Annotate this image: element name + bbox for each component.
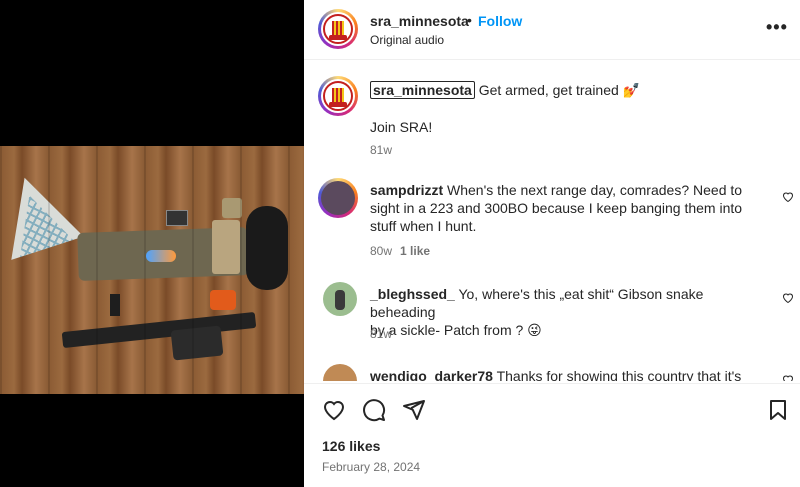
header-username[interactable]: sra_minnesota [370,13,469,29]
comment-username[interactable]: wendigo_darker78 [370,368,493,381]
heart-icon[interactable] [782,191,794,203]
follow-button[interactable]: Follow [478,13,522,29]
comment-time[interactable]: 80w [370,244,392,258]
post-modal: sra_minnesota • Follow Original audio ••… [0,0,800,487]
action-bar: 126 likes February 28, 2024 [304,383,800,487]
caption-second-line: Join SRA! [370,119,433,135]
bookmark-icon[interactable] [766,398,790,422]
radio-shape [110,294,120,316]
comment-likes[interactable]: 1 like [400,244,430,258]
avatar-figure [335,290,345,310]
post-panel: sra_minnesota • Follow Original audio ••… [304,0,800,487]
likes-count[interactable]: 126 likes [322,438,380,454]
glasses-shape [146,250,176,262]
shemagh-shape [0,166,84,260]
caption-username[interactable]: sra_minnesota [370,81,475,99]
share-icon[interactable] [402,398,426,422]
like-heart-icon[interactable] [322,398,346,422]
post-media[interactable] [0,0,304,487]
avatar-image [321,181,355,215]
caption-time[interactable]: 81w [370,143,392,157]
comment-time[interactable]: 81w [370,327,392,341]
post-photo [0,146,304,394]
heart-icon[interactable] [782,374,794,381]
nail-polish-emoji: 💅 [622,82,641,98]
more-options-icon[interactable]: ••• [766,18,788,36]
comment-body: by a sickle- Patch from ? [370,322,524,338]
audio-label[interactable]: Original audio [370,33,444,47]
heart-icon[interactable] [782,292,794,304]
balaclava-shape [246,206,288,290]
post-date[interactable]: February 28, 2024 [322,460,420,474]
sra-logo-icon [323,14,353,44]
rifle-stock-shape [170,325,224,361]
rifle-shape [61,311,257,349]
comment-body: stuff when I hunt. [370,218,477,234]
caption-text: sra_minnesota Get armed, get trained 💅 [370,81,640,99]
avatar-image [321,12,355,46]
comment-text: _bleghssed_ Yo, where's this „eat shit“ … [370,285,770,339]
avatar[interactable] [318,9,358,49]
comment-username[interactable]: sampdrizzt [370,182,443,198]
tin-shape [166,210,188,226]
separator-dot: • [467,12,472,28]
comment-body: sight in a 223 and 300BO because I keep … [370,200,743,216]
sra-logo-icon [323,81,353,111]
comment-body: When's the next range day, comrades? Nee… [447,182,743,198]
belt-shape [77,227,249,281]
comment-body: Thanks for showing this country that it'… [496,368,742,381]
pouch-shape [222,198,242,218]
comment-avatar[interactable] [323,282,357,316]
winking-emoji: 😜 [527,322,542,338]
comment-text: sampdrizzt When's the next range day, co… [370,181,770,235]
avatar-image [321,79,355,113]
comment-username[interactable]: _bleghssed_ [370,286,455,302]
shemagh-pattern [3,187,74,258]
caption-body: Get armed, get trained [478,82,619,98]
comment-avatar[interactable] [318,178,358,218]
caption-avatar[interactable] [318,76,358,116]
comment-avatar[interactable] [323,364,357,381]
comment-meta: 80w 1 like [370,244,430,258]
post-header: sra_minnesota • Follow Original audio ••… [304,0,800,60]
comment-icon[interactable] [362,398,386,422]
pouch-shape [212,220,240,274]
comments-list[interactable]: sra_minnesota Get armed, get trained 💅 J… [304,61,800,381]
orange-pouch-shape [210,290,236,310]
comment-text: wendigo_darker78 Thanks for showing this… [370,367,770,381]
